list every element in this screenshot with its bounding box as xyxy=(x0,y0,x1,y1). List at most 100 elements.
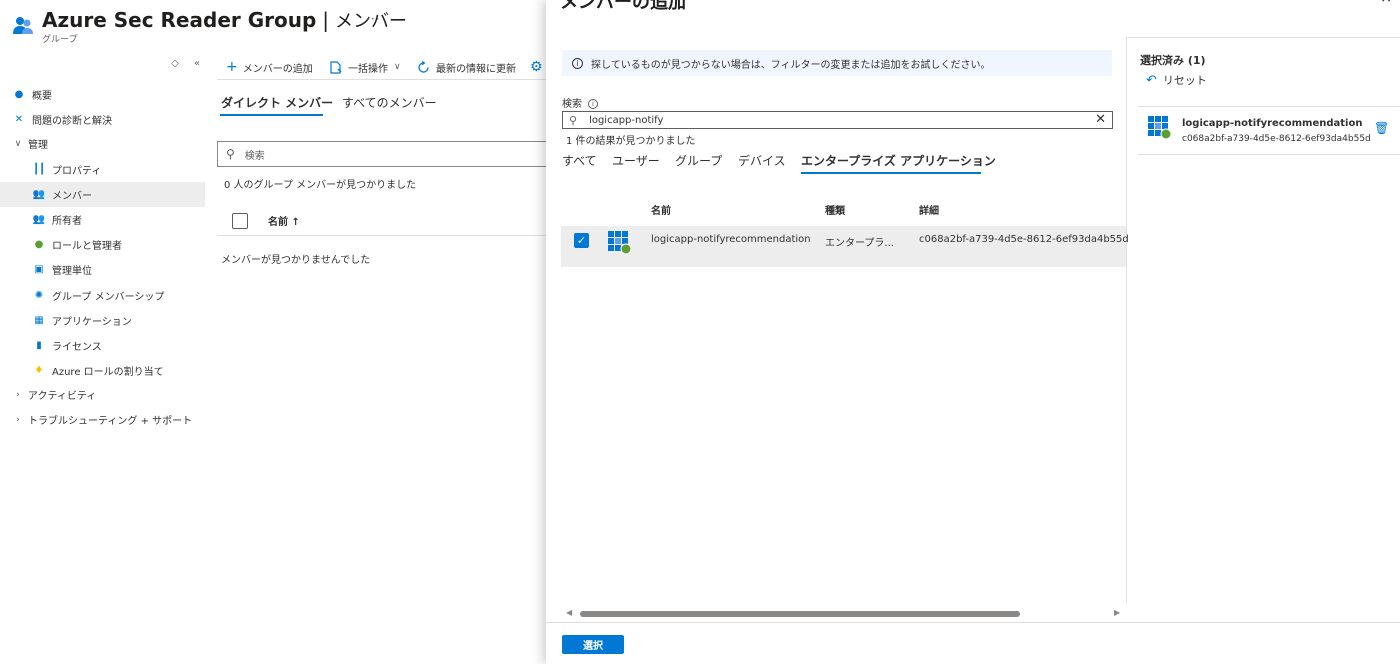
tab-underline xyxy=(801,172,981,174)
sidebar-item-label: 管理 xyxy=(28,140,48,151)
info-text: 探しているものが見つからない場合は、フィルターの変更または追加をお試しください。 xyxy=(591,59,991,71)
chevron-right-icon: › xyxy=(16,389,20,400)
tab-underline xyxy=(220,114,323,116)
tab-all[interactable]: すべて xyxy=(562,152,597,169)
member-count: 0 人のグループ メンバーが見つかりました xyxy=(224,180,417,191)
sidebar-item[interactable]: 👥 所有者 xyxy=(0,207,205,232)
wrench-icon: ✕ xyxy=(14,114,24,125)
sidebar-item[interactable]: › トラブルシューティング + サポート xyxy=(0,407,205,432)
sidebar-item[interactable]: ┃┃ プロパティ xyxy=(0,157,205,182)
search-icon: ⚲ xyxy=(569,113,578,127)
sidebar-item-label: ロールと管理者 xyxy=(52,241,122,252)
refresh-button[interactable]: 最新の情報に更新 xyxy=(417,58,516,76)
group-name: Azure Sec Reader Group xyxy=(42,8,317,32)
search-value: logicapp-notify xyxy=(589,114,664,126)
sidebar-item[interactable]: ∨ 管理 xyxy=(0,131,205,156)
info-icon[interactable]: i xyxy=(588,99,598,109)
selected-item-name: logicapp-notifyrecommendation xyxy=(1182,118,1363,129)
select-button[interactable]: 選択 xyxy=(562,635,624,654)
title-separator: | xyxy=(322,8,330,32)
trash-icon[interactable]: 🗑 xyxy=(1374,121,1389,135)
roles-icon: ● xyxy=(34,239,44,250)
tab-groups[interactable]: グループ xyxy=(675,152,722,169)
bulk-label: 一括操作 xyxy=(348,63,388,75)
license-icon: ▮ xyxy=(36,340,42,351)
sidebar-item-label: プロパティ xyxy=(52,166,102,177)
sidebar-item-label: グループ メンバーシップ xyxy=(52,292,165,303)
horizontal-scrollbar[interactable]: ◀ ▶ xyxy=(562,607,1122,621)
collapse-up-icon[interactable]: ◇ xyxy=(164,58,186,69)
selected-item-id: c068a2bf-a739-4d5e-8612-6ef93da4b55d xyxy=(1182,134,1371,144)
sidebar-item[interactable]: 👥 メンバー xyxy=(0,182,205,207)
sidebar-item-label: 概要 xyxy=(32,91,52,102)
selected-title: 選択済み (1) xyxy=(1140,54,1206,67)
apps-icon: ▦ xyxy=(34,315,44,326)
more-icon[interactable]: ··· xyxy=(366,12,380,26)
gear-icon: ✺ xyxy=(34,290,44,301)
collapse-left-icon[interactable]: « xyxy=(186,58,208,69)
sidebar-item[interactable]: › アクティビティ xyxy=(0,382,205,407)
select-all-checkbox[interactable] xyxy=(232,212,248,229)
info-bar: i 探しているものが見つからない場合は、フィルターの変更または追加をお試しください… xyxy=(562,50,1112,76)
panel-search-input[interactable]: ⚲ logicapp-notify ✕ xyxy=(562,111,1113,129)
document-icon xyxy=(330,60,342,74)
refresh-label: 最新の情報に更新 xyxy=(436,63,516,75)
sidebar-item-label: 管理単位 xyxy=(52,266,92,277)
panel-title: メンバーの追加 xyxy=(560,0,686,13)
column-details-header: 詳細 xyxy=(919,206,939,217)
member-table-header: 名前 ↑ xyxy=(217,206,547,236)
key-icon: ♦ xyxy=(34,365,44,376)
admin-units-icon: ▣ xyxy=(34,264,44,275)
table-row[interactable]: ✓ logicapp-notifyrecommendation エンタープラ..… xyxy=(561,226,1129,267)
row-details: c068a2bf-a739-4d5e-8612-6ef93da4b55d xyxy=(919,234,1129,245)
settings-icon[interactable]: ⚙ xyxy=(530,58,548,76)
row-checkbox[interactable]: ✓ xyxy=(574,233,589,248)
sidebar-item[interactable]: ● ロールと管理者 xyxy=(0,232,205,257)
sidebar-item[interactable]: ● 概要 xyxy=(0,82,205,107)
clear-icon[interactable]: ✕ xyxy=(1095,112,1106,128)
page-title: Azure Sec Reader Group | メンバー xyxy=(42,7,407,33)
tab-devices[interactable]: デバイス xyxy=(738,152,786,169)
tab-direct-members[interactable]: ダイレクト メンバー xyxy=(221,94,333,111)
search-label-text: 検索 xyxy=(562,99,582,110)
page-subtitle: グループ xyxy=(42,35,78,45)
sidebar-item-label: ライセンス xyxy=(52,342,102,353)
sidebar-item-label: メンバー xyxy=(52,191,92,202)
row-name: logicapp-notifyrecommendation xyxy=(651,234,811,245)
undo-icon: ↶ xyxy=(1146,72,1157,88)
result-count: 1 件の結果が見つかりました xyxy=(566,136,696,147)
tab-users[interactable]: ユーザー xyxy=(612,152,660,169)
sidebar-item[interactable]: ▦ アプリケーション xyxy=(0,308,205,333)
close-icon[interactable]: × xyxy=(1380,0,1392,6)
reset-button[interactable]: ↶ リセット xyxy=(1146,72,1207,88)
sidebar-item[interactable]: ▣ 管理単位 xyxy=(0,257,205,282)
add-member-button[interactable]: + メンバーの追加 xyxy=(226,58,313,76)
sidebar-item[interactable]: ✺ グループ メンバーシップ xyxy=(0,283,205,308)
chevron-down-icon: ∨ xyxy=(394,62,401,72)
add-member-panel: メンバーの追加 × i 探しているものが見つからない場合は、フィルターの変更または… xyxy=(546,0,1400,664)
group-icon xyxy=(13,17,33,34)
scroll-left-icon[interactable]: ◀ xyxy=(566,608,572,617)
search-label: 検索 i xyxy=(562,95,598,110)
column-name-header[interactable]: 名前 ↑ xyxy=(268,213,300,228)
sidebar-item-label: アプリケーション xyxy=(52,317,132,328)
selected-item: logicapp-notifyrecommendation c068a2bf-a… xyxy=(1138,106,1400,155)
sidebar-item[interactable]: ✕ 問題の診断と解決 xyxy=(0,107,205,132)
bulk-operations-button[interactable]: 一括操作 ∨ xyxy=(330,58,401,76)
sidebar-item-label: 問題の診断と解決 xyxy=(32,116,112,127)
scroll-right-icon[interactable]: ▶ xyxy=(1114,608,1120,617)
tab-all-members[interactable]: すべてのメンバー xyxy=(342,94,437,111)
row-type: エンタープラ... xyxy=(825,238,894,249)
scroll-thumb[interactable] xyxy=(580,611,1020,617)
tab-enterprise-apps[interactable]: エンタープライズ アプリケーション xyxy=(801,152,996,169)
sidebar-item-label: Azure ロールの割り当て xyxy=(52,367,164,378)
search-icon: ⚲ xyxy=(226,147,235,161)
sidebar-item[interactable]: ▮ ライセンス xyxy=(0,333,205,358)
member-search-input[interactable]: ⚲ 検索 xyxy=(217,141,547,167)
owners-icon: 👥 xyxy=(32,214,46,225)
chevron-right-icon: › xyxy=(16,414,20,425)
search-placeholder: 検索 xyxy=(244,150,265,162)
toolbar-divider xyxy=(217,79,547,80)
column-type-header: 種類 xyxy=(825,206,845,217)
sidebar-item[interactable]: ♦ Azure ロールの割り当て xyxy=(0,358,205,383)
